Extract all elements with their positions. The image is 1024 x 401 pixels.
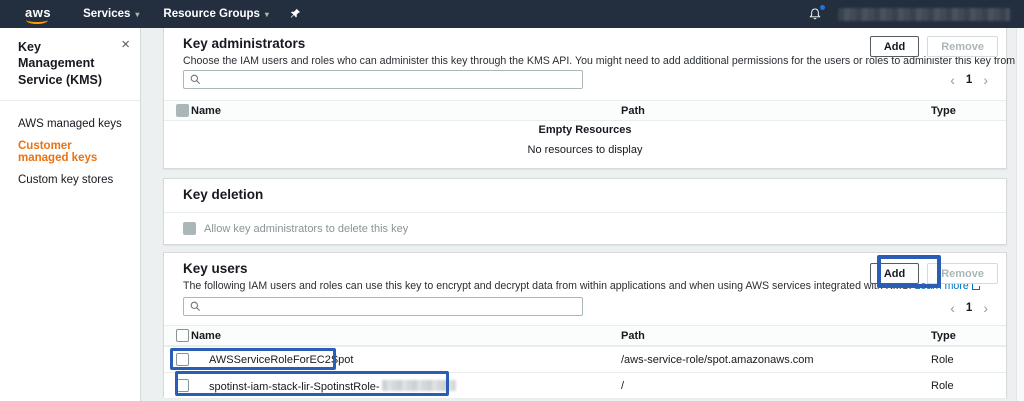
allow-deletion-label: Allow key administrators to delete this … [204, 223, 408, 235]
column-header-type: Type [931, 105, 956, 117]
key-users-actions: Add Remove [870, 263, 998, 284]
row-checkbox[interactable] [176, 353, 189, 366]
select-all-checkbox[interactable] [176, 329, 189, 342]
search-input[interactable] [206, 74, 576, 86]
cell-path: /aws-service-role/spot.amazonaws.com [621, 354, 814, 366]
page-prev-icon[interactable]: ‹ [950, 73, 955, 87]
key-deletion-title: Key deletion [183, 187, 263, 202]
description-text: The following IAM users and roles can us… [183, 280, 912, 292]
table-row[interactable]: AWSServiceRoleForEC2Spot /aws-service-ro… [164, 346, 1006, 372]
resource-groups-menu[interactable]: Resource Groups ▾ [163, 8, 269, 20]
key-users-title: Key users [183, 261, 248, 276]
key-administrators-table-header: Name Path Type [164, 100, 1006, 121]
account-menu-redacted[interactable] [838, 8, 1010, 21]
key-users-panel: Key users The following IAM users and ro… [163, 252, 1007, 397]
services-menu[interactable]: Services ▾ [83, 8, 139, 20]
empty-state: Empty Resources No resources to display [164, 124, 1006, 156]
key-deletion-row: Allow key administrators to delete this … [183, 222, 408, 235]
aws-console-screen: aws Services ▾ Resource Groups ▾ [0, 0, 1024, 401]
redacted-text-block [382, 380, 456, 391]
cell-path: / [621, 380, 624, 392]
key-administrators-search[interactable] [183, 70, 583, 89]
services-menu-label: Services [83, 8, 130, 20]
search-icon [190, 301, 201, 312]
sidebar-item-customer-managed-keys[interactable]: Customer managed keys [0, 135, 140, 169]
column-header-path: Path [621, 105, 645, 117]
remove-button: Remove [927, 36, 998, 57]
divider [164, 212, 1006, 213]
key-users-search[interactable] [183, 297, 583, 316]
notifications-button[interactable] [808, 7, 822, 21]
cell-type: Role [931, 380, 954, 392]
key-administrators-title: Key administrators [183, 36, 305, 51]
cell-type: Role [931, 354, 954, 366]
empty-state-title: Empty Resources [164, 124, 1006, 136]
cell-name: AWSServiceRoleForEC2Spot [209, 354, 353, 366]
notification-dot [820, 5, 825, 10]
column-header-name: Name [191, 105, 221, 117]
chevron-down-icon: ▾ [265, 10, 269, 19]
sidebar-item-aws-managed-keys[interactable]: AWS managed keys [0, 113, 140, 135]
column-header-path: Path [621, 330, 645, 342]
search-input[interactable] [206, 301, 576, 313]
topbar-right-group [808, 7, 1024, 21]
key-administrators-panel: Key administrators Choose the IAM users … [163, 28, 1007, 169]
page-next-icon[interactable]: › [983, 301, 988, 315]
search-icon [190, 74, 201, 85]
add-button[interactable]: Add [870, 263, 919, 284]
column-header-name: Name [191, 330, 221, 342]
scrollbar-track[interactable] [1016, 28, 1024, 401]
key-users-pager: ‹ 1 › [950, 301, 988, 315]
aws-logo[interactable]: aws [25, 6, 51, 22]
page-number[interactable]: 1 [966, 302, 972, 314]
close-icon[interactable]: × [121, 37, 130, 52]
key-users-description: The following IAM users and roles can us… [183, 280, 980, 292]
add-button[interactable]: Add [870, 36, 919, 57]
remove-button: Remove [927, 263, 998, 284]
resource-groups-menu-label: Resource Groups [163, 8, 260, 20]
empty-state-subtitle: No resources to display [164, 144, 1006, 156]
page-number[interactable]: 1 [966, 74, 972, 86]
key-deletion-panel: Key deletion Allow key administrators to… [163, 178, 1007, 245]
key-administrators-actions: Add Remove [870, 36, 998, 57]
cell-name: spotinst-iam-stack-lir-SpotinstRole- [209, 380, 456, 393]
key-users-table-header: Name Path Type [164, 325, 1006, 346]
row-checkbox[interactable] [176, 379, 189, 392]
top-navigation-bar: aws Services ▾ Resource Groups ▾ [0, 0, 1024, 28]
select-all-checkbox [176, 104, 189, 117]
table-row[interactable]: spotinst-iam-stack-lir-SpotinstRole- / R… [164, 372, 1006, 398]
page-next-icon[interactable]: › [983, 73, 988, 87]
chevron-down-icon: ▾ [135, 10, 139, 19]
sidebar-nav: AWS managed keys Customer managed keys C… [0, 101, 140, 203]
key-administrators-pager: ‹ 1 › [950, 73, 988, 87]
pushpin-icon[interactable] [289, 8, 301, 20]
allow-deletion-checkbox [183, 222, 196, 235]
sidebar-item-custom-key-stores[interactable]: Custom key stores [0, 169, 140, 191]
kms-sidebar: Key Management Service (KMS) × AWS manag… [0, 28, 141, 401]
sidebar-title: Key Management Service (KMS) [0, 28, 140, 101]
column-header-type: Type [931, 330, 956, 342]
aws-smile-icon [26, 16, 48, 24]
page-prev-icon[interactable]: ‹ [950, 301, 955, 315]
